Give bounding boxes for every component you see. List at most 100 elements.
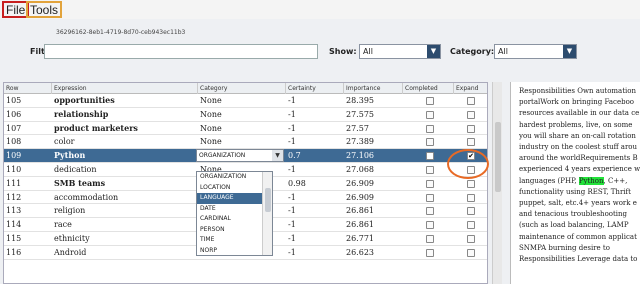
tools-menu[interactable]: Tools bbox=[26, 1, 63, 18]
cell-expression: race bbox=[54, 220, 72, 230]
completed-checkbox[interactable] bbox=[426, 165, 434, 174]
text-line: experienced 4 years experience wi bbox=[519, 165, 640, 174]
text-line: portalWork on bringing Faceboo bbox=[519, 98, 634, 107]
table-scrollbar[interactable] bbox=[492, 82, 502, 284]
expand-checkbox[interactable] bbox=[467, 179, 475, 188]
completed-checkbox[interactable] bbox=[426, 179, 434, 188]
dropdown-options: ORGANIZATION LOCATION LANGUAGE DATE CARDINAL… bbox=[197, 172, 263, 256]
completed-checkbox[interactable] bbox=[426, 110, 434, 119]
dropdown-option[interactable]: ORGANIZATION bbox=[197, 172, 263, 183]
highlighted-term: Python bbox=[578, 176, 604, 185]
dropdown-option[interactable]: LANGUAGE bbox=[197, 193, 263, 204]
expand-checkbox[interactable] bbox=[467, 207, 475, 216]
completed-checkbox[interactable] bbox=[426, 193, 434, 202]
expand-checkbox[interactable] bbox=[467, 124, 475, 133]
text-line: around the worldRequirements B bbox=[519, 154, 638, 163]
completed-checkbox[interactable] bbox=[426, 234, 434, 243]
cell-certainty: -1 bbox=[288, 109, 296, 119]
cell-row: 112 bbox=[6, 192, 22, 202]
cell-expression: religion bbox=[54, 206, 86, 216]
category-filter-value: All bbox=[498, 47, 508, 56]
text-line: SNMPA burning desire to bbox=[519, 243, 610, 252]
expand-checkbox[interactable] bbox=[467, 110, 475, 119]
category-dropdown-list: ORGANIZATION LOCATION LANGUAGE DATE CARDINAL… bbox=[196, 171, 273, 256]
cell-row: 113 bbox=[6, 206, 22, 216]
text-line: languages (PHP, Python, C++, bbox=[519, 176, 628, 185]
menu-bar: File Tools bbox=[0, 0, 640, 19]
show-select[interactable]: All ▼ bbox=[359, 44, 441, 59]
text-line: maintenance of common applicat bbox=[519, 232, 637, 241]
completed-checkbox[interactable] bbox=[426, 124, 434, 133]
cell-importance: 27.57 bbox=[346, 123, 369, 133]
completed-checkbox[interactable] bbox=[426, 138, 434, 147]
highlight-circle bbox=[447, 149, 489, 179]
expand-checkbox[interactable] bbox=[467, 138, 475, 147]
dropdown-scrollbar[interactable] bbox=[262, 172, 272, 255]
cell-expression: dedication bbox=[54, 164, 97, 174]
header-completed[interactable]: Completed bbox=[403, 83, 454, 94]
expand-checkbox[interactable] bbox=[467, 221, 475, 230]
cell-certainty: 0.7 bbox=[288, 151, 301, 161]
header-row[interactable]: Row bbox=[4, 83, 52, 94]
cell-row: 107 bbox=[6, 123, 22, 133]
table-row[interactable]: 105 opportunities None -1 28.395 bbox=[4, 94, 487, 108]
cell-expression: Python bbox=[54, 150, 86, 161]
text-line: puppet, salt, etc.4+ years work e bbox=[519, 199, 637, 208]
cell-row: 109 bbox=[6, 151, 22, 161]
text-line: hardest problems, live, on some bbox=[519, 120, 633, 129]
dropdown-option[interactable]: PERSON bbox=[197, 225, 263, 236]
cell-expression: SMB teams bbox=[54, 177, 106, 188]
cell-importance: 27.106 bbox=[346, 151, 374, 161]
cell-importance: 26.771 bbox=[346, 233, 374, 243]
category-cell-value: ORGANIZATION bbox=[199, 152, 246, 160]
expand-checkbox[interactable] bbox=[467, 97, 475, 105]
cell-row: 110 bbox=[6, 164, 22, 174]
document-id: 36296162-8eb1-4719-8d70-ceb943ec11b3 bbox=[56, 29, 186, 36]
header-importance[interactable]: Importance bbox=[344, 83, 403, 94]
cell-row: 115 bbox=[6, 233, 22, 243]
cell-importance: 26.909 bbox=[346, 178, 374, 188]
dropdown-option[interactable]: NORP bbox=[197, 246, 263, 257]
cell-row: 106 bbox=[6, 109, 22, 119]
table-row[interactable]: 107 product marketers None -1 27.57 bbox=[4, 122, 487, 136]
completed-checkbox[interactable] bbox=[426, 152, 434, 161]
completed-checkbox[interactable] bbox=[426, 97, 434, 105]
cell-row: 116 bbox=[6, 247, 22, 257]
header-expression[interactable]: Expression bbox=[52, 83, 198, 94]
table-scroll-thumb[interactable] bbox=[495, 122, 501, 192]
cell-category: None bbox=[200, 137, 222, 147]
completed-checkbox[interactable] bbox=[426, 207, 434, 216]
dropdown-option[interactable]: LOCATION bbox=[197, 183, 263, 194]
completed-checkbox[interactable] bbox=[426, 221, 434, 230]
text-line: and tenacious troubleshooting bbox=[519, 210, 628, 219]
expand-checkbox[interactable] bbox=[467, 248, 475, 257]
chevron-down-icon: ▼ bbox=[563, 45, 576, 58]
cell-category: None bbox=[200, 109, 222, 119]
table-row[interactable]: 106 relationship None -1 27.575 bbox=[4, 108, 487, 122]
dropdown-option[interactable]: DATE bbox=[197, 204, 263, 215]
text-line: resources available in our data ce bbox=[519, 109, 640, 118]
cell-expression: relationship bbox=[54, 108, 109, 119]
cell-expression: product marketers bbox=[54, 122, 138, 133]
table-header: Row Expression Category Certainty Import… bbox=[4, 83, 487, 94]
dropdown-scroll-thumb[interactable] bbox=[265, 188, 271, 212]
cell-certainty: -1 bbox=[288, 206, 296, 216]
category-cell-select[interactable]: ORGANIZATION ▼ bbox=[196, 149, 284, 163]
header-expand[interactable]: Expand bbox=[454, 83, 487, 94]
cell-row: 105 bbox=[6, 96, 22, 105]
dropdown-option[interactable]: CARDINAL bbox=[197, 214, 263, 225]
expand-checkbox[interactable] bbox=[467, 234, 475, 243]
filter-input[interactable] bbox=[44, 44, 318, 59]
document-text-panel: Responsibilities Own automation portalWor… bbox=[510, 82, 640, 284]
cell-certainty: -1 bbox=[288, 137, 296, 147]
table-row[interactable]: 108 color None -1 27.389 bbox=[4, 135, 487, 150]
expand-checkbox[interactable] bbox=[467, 193, 475, 202]
header-category[interactable]: Category bbox=[198, 83, 286, 94]
cell-certainty: -1 bbox=[288, 247, 296, 257]
cell-category: None bbox=[200, 96, 222, 105]
header-certainty[interactable]: Certainty bbox=[286, 83, 344, 94]
dropdown-option[interactable]: TIME bbox=[197, 235, 263, 246]
category-label: Category: bbox=[450, 47, 495, 56]
completed-checkbox[interactable] bbox=[426, 248, 434, 257]
category-filter-select[interactable]: All ▼ bbox=[494, 44, 577, 59]
